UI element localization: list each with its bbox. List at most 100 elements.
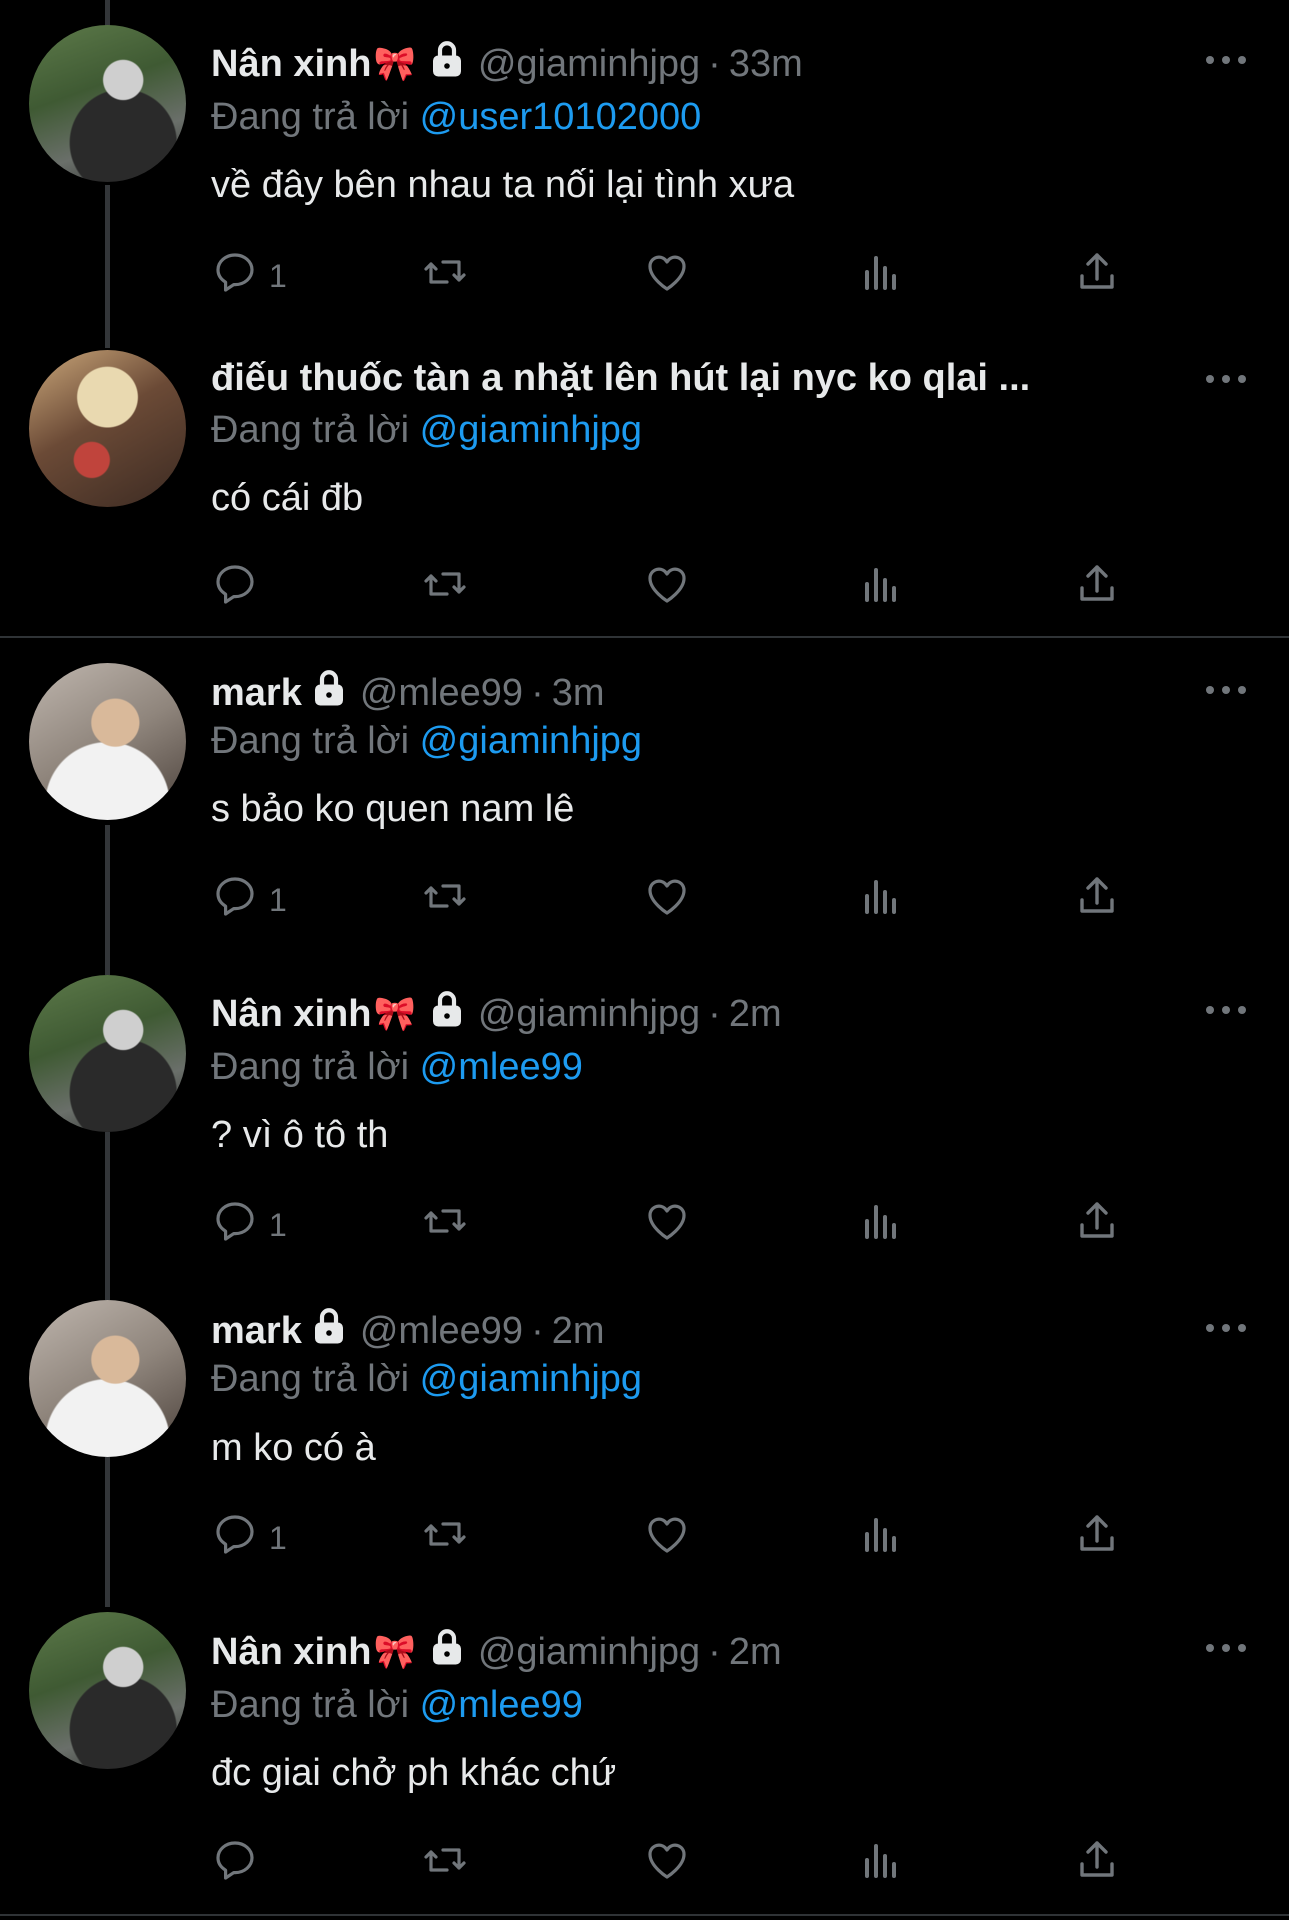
mention-link[interactable]: @giaminhjpg [420, 720, 642, 762]
retweet-button[interactable] [421, 1840, 469, 1888]
avatar[interactable] [29, 350, 186, 507]
views-icon [857, 1836, 905, 1892]
separator-dot: · [531, 1309, 544, 1352]
lock-icon [308, 1305, 350, 1357]
like-button[interactable] [643, 876, 691, 924]
display-name[interactable]: Nân xinh [211, 1631, 371, 1674]
more-icon[interactable] [1206, 50, 1246, 70]
timestamp[interactable]: 2m [552, 1310, 605, 1353]
timestamp[interactable]: 2m [729, 993, 782, 1036]
display-name[interactable]: Nân xinh [211, 993, 371, 1036]
reply-button[interactable] [211, 564, 269, 612]
like-icon [643, 560, 691, 616]
user-handle[interactable]: @giaminhjpg [478, 43, 700, 86]
lock-icon [426, 988, 468, 1040]
mention-link[interactable]: @giaminhjpg [420, 1358, 642, 1400]
retweet-button[interactable] [421, 252, 469, 300]
user-handle[interactable]: @giaminhjpg [478, 1631, 700, 1674]
views-icon [857, 560, 905, 616]
reply-button[interactable] [211, 1840, 269, 1888]
views-icon [857, 248, 905, 304]
action-bar: 1 [211, 1201, 1131, 1249]
like-button[interactable] [643, 1201, 691, 1249]
mention-link[interactable]: @mlee99 [420, 1046, 583, 1088]
views-button[interactable] [857, 564, 905, 612]
lock-icon [426, 38, 468, 90]
bow-emoji: 🎀 [373, 45, 416, 83]
action-bar: 1 [211, 252, 1131, 300]
replying-to-label: Đang trả lời [211, 96, 410, 138]
separator-dot: · [708, 992, 721, 1035]
share-button[interactable] [1073, 564, 1121, 612]
thread-line [105, 825, 110, 975]
reply-button[interactable]: 1 [211, 876, 287, 924]
share-button[interactable] [1073, 1840, 1121, 1888]
reply-button[interactable]: 1 [211, 1514, 287, 1562]
avatar[interactable] [29, 1612, 186, 1769]
share-button[interactable] [1073, 1201, 1121, 1249]
like-button[interactable] [643, 1514, 691, 1562]
reply-count: 1 [269, 1206, 287, 1243]
reply-icon [211, 1510, 259, 1566]
reply-icon [211, 1836, 259, 1892]
retweet-button[interactable] [421, 564, 469, 612]
mention-link[interactable]: @user10102000 [420, 96, 702, 138]
user-handle[interactable]: @mlee99 [360, 672, 523, 715]
views-icon [857, 1510, 905, 1566]
share-icon [1073, 872, 1121, 928]
timestamp[interactable]: 2m [729, 1631, 782, 1674]
like-button[interactable] [643, 564, 691, 612]
retweet-button[interactable] [421, 1514, 469, 1562]
retweet-button[interactable] [421, 876, 469, 924]
tweet-header: điếu thuốc tàn a nhặt lên hút lại nyc ko… [211, 354, 1030, 402]
user-handle[interactable]: @mlee99 [360, 1310, 523, 1353]
views-button[interactable] [857, 1840, 905, 1888]
reply-button[interactable]: 1 [211, 1201, 287, 1249]
tweet-text: về đây bên nhau ta nối lại tình xưa [211, 164, 795, 206]
action-bar: 1 [211, 1514, 1131, 1562]
bow-emoji: 🎀 [373, 1633, 416, 1671]
separator-dot: · [531, 671, 544, 714]
more-icon[interactable] [1206, 369, 1246, 389]
timestamp[interactable]: 33m [729, 43, 803, 86]
retweet-button[interactable] [421, 1201, 469, 1249]
like-button[interactable] [643, 252, 691, 300]
action-bar [211, 1840, 1131, 1888]
views-button[interactable] [857, 876, 905, 924]
reply-icon [211, 248, 259, 304]
share-button[interactable] [1073, 876, 1121, 924]
tweet-header: Nân xinh 🎀 @giaminhjpg · 2m [211, 1628, 782, 1676]
views-button[interactable] [857, 1201, 905, 1249]
separator-dot: · [708, 42, 721, 85]
retweet-icon [421, 248, 469, 304]
views-button[interactable] [857, 252, 905, 300]
replying-to-label: Đang trả lời [211, 720, 410, 762]
like-icon [643, 1197, 691, 1253]
display-name[interactable]: điếu thuốc tàn a nhặt lên hút lại nyc ko… [211, 357, 1030, 400]
mention-link[interactable]: @giaminhjpg [420, 409, 642, 451]
avatar[interactable] [29, 975, 186, 1132]
tweet-text: đc giai chở ph khác chứ [211, 1752, 617, 1794]
more-icon[interactable] [1206, 1318, 1246, 1338]
avatar[interactable] [29, 25, 186, 182]
avatar[interactable] [29, 1300, 186, 1457]
user-handle[interactable]: @giaminhjpg [478, 993, 700, 1036]
display-name[interactable]: mark [211, 672, 302, 715]
share-icon [1073, 1510, 1121, 1566]
avatar[interactable] [29, 663, 186, 820]
reply-button[interactable]: 1 [211, 252, 287, 300]
more-icon[interactable] [1206, 680, 1246, 700]
thread-line [105, 1457, 110, 1607]
display-name[interactable]: Nân xinh [211, 43, 371, 86]
more-icon[interactable] [1206, 1638, 1246, 1658]
like-icon [643, 872, 691, 928]
mention-link[interactable]: @mlee99 [420, 1684, 583, 1726]
views-button[interactable] [857, 1514, 905, 1562]
share-button[interactable] [1073, 1514, 1121, 1562]
replying-to-label: Đang trả lời [211, 1684, 410, 1726]
more-icon[interactable] [1206, 1000, 1246, 1020]
display-name[interactable]: mark [211, 1310, 302, 1353]
share-button[interactable] [1073, 252, 1121, 300]
timestamp[interactable]: 3m [552, 672, 605, 715]
like-button[interactable] [643, 1840, 691, 1888]
